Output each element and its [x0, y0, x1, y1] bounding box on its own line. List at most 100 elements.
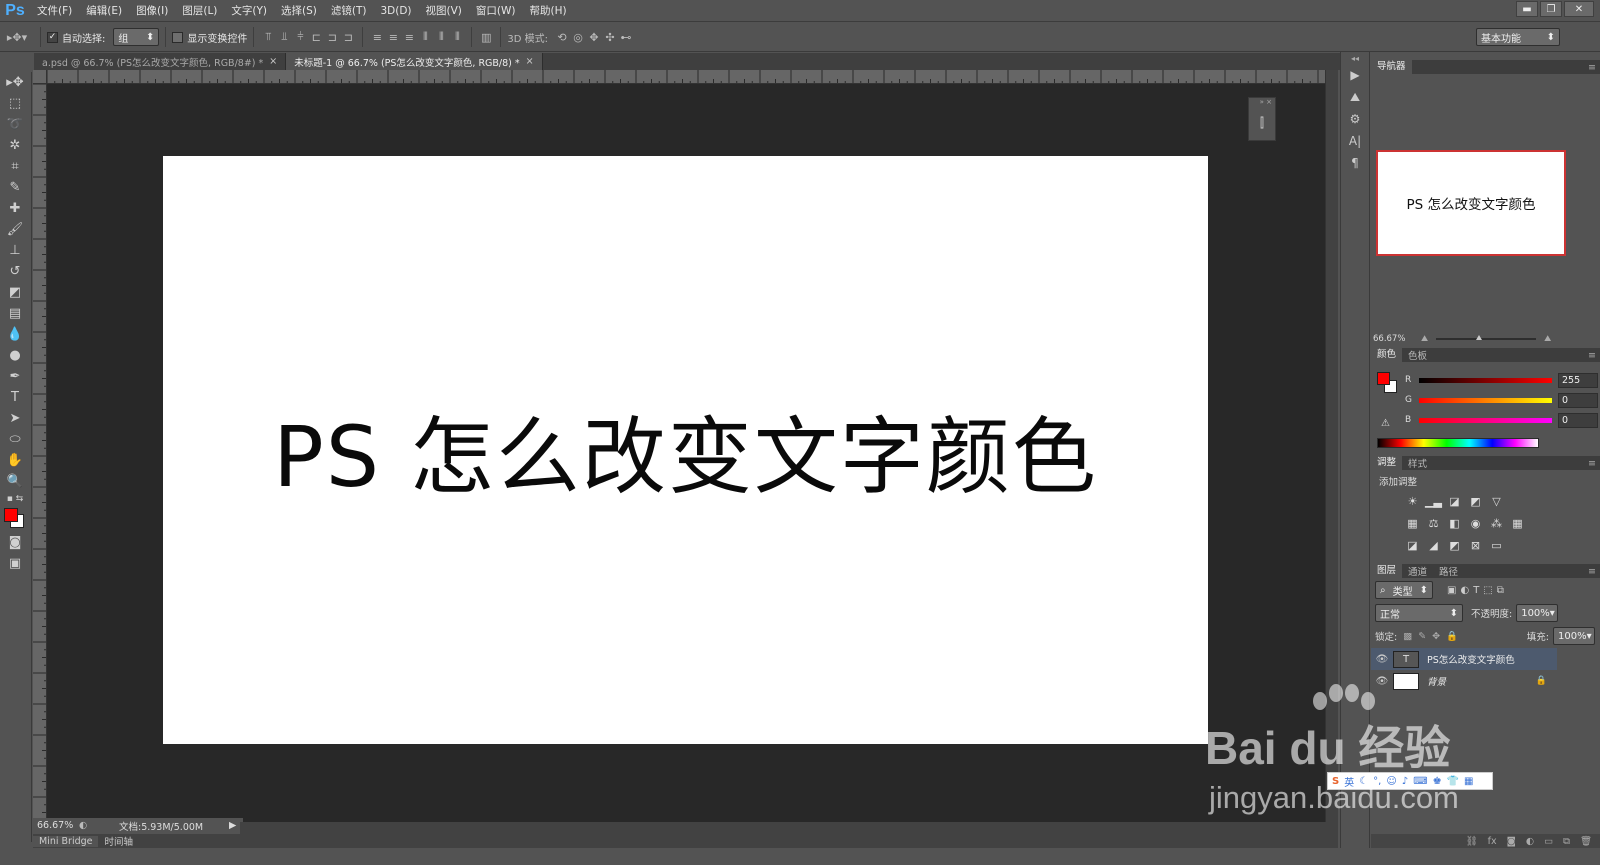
- posterize-icon[interactable]: ◢: [1426, 539, 1441, 552]
- tab-paths[interactable]: 路径: [1433, 564, 1464, 578]
- tab-styles[interactable]: 样式: [1402, 456, 1433, 470]
- move-tool-preset-icon[interactable]: ▸✥▾: [0, 29, 34, 45]
- actions-icon[interactable]: ▶: [1341, 64, 1369, 86]
- crop-tool-icon[interactable]: ⌗: [0, 156, 30, 177]
- close-button[interactable]: ✕: [1564, 1, 1594, 17]
- shape-filter-icon[interactable]: ⬚: [1483, 585, 1492, 596]
- brightness-icon[interactable]: ☀: [1405, 495, 1420, 508]
- lasso-tool-icon[interactable]: ➰: [0, 114, 30, 135]
- color-lookup-icon[interactable]: ▦: [1510, 517, 1525, 530]
- pen-tool-icon[interactable]: ✒: [0, 366, 30, 387]
- distribute-left-icon[interactable]: ⦀: [417, 29, 433, 45]
- spectrum-bar[interactable]: [1377, 438, 1539, 448]
- properties-icon[interactable]: ⚙: [1341, 108, 1369, 130]
- fill-field[interactable]: 100% ▾: [1553, 627, 1595, 645]
- zoom-slider[interactable]: [1436, 335, 1537, 340]
- distribute-vcenter-icon[interactable]: ≡: [385, 29, 401, 45]
- color-swatches[interactable]: [0, 506, 30, 532]
- hue-saturation-icon[interactable]: ▦: [1405, 517, 1420, 530]
- align-top-icon[interactable]: ⫪: [260, 29, 276, 45]
- gamut-warning-icon[interactable]: ⚠: [1381, 418, 1390, 429]
- menu-item[interactable]: 图像(I): [129, 0, 175, 22]
- show-transform-checkbox[interactable]: [172, 31, 184, 43]
- threshold-icon[interactable]: ◩: [1447, 539, 1462, 552]
- blue-value[interactable]: 0: [1558, 412, 1598, 428]
- red-value[interactable]: 255: [1558, 372, 1598, 388]
- lock-all-icon[interactable]: 🔒: [1446, 631, 1458, 642]
- marquee-tool-icon[interactable]: ⬚: [0, 93, 30, 114]
- layer-name[interactable]: PS怎么改变文字颜色: [1427, 652, 1515, 666]
- histogram-icon[interactable]: ⛰: [1341, 86, 1369, 108]
- minimize-button[interactable]: ▬: [1516, 1, 1538, 17]
- eraser-tool-icon[interactable]: ◩: [0, 282, 30, 303]
- blend-mode-dropdown[interactable]: 正常 ⬍: [1375, 604, 1463, 622]
- align-right-icon[interactable]: ⊐: [340, 29, 356, 45]
- collapse-icon[interactable]: » ×: [1249, 98, 1275, 107]
- menu-item[interactable]: 文字(Y): [224, 0, 274, 22]
- selective-color-icon[interactable]: ⊠: [1468, 539, 1483, 552]
- blue-slider[interactable]: [1419, 417, 1552, 423]
- adjustment-filter-icon[interactable]: ◐: [1460, 585, 1469, 596]
- gradient-map-icon[interactable]: ▭: [1489, 539, 1504, 552]
- navigator-thumbnail[interactable]: PS 怎么改变文字颜色: [1376, 150, 1566, 256]
- tab-channels[interactable]: 通道: [1402, 564, 1433, 578]
- invert-icon[interactable]: ◪: [1405, 539, 1420, 552]
- clone-stamp-tool-icon[interactable]: ⊥: [0, 240, 30, 261]
- tab-adjustments[interactable]: 调整: [1371, 456, 1403, 470]
- zoom-out-icon[interactable]: ⛰: [1421, 334, 1428, 344]
- smart-object-filter-icon[interactable]: ⧉: [1497, 585, 1504, 596]
- screen-mode-icon[interactable]: ▣: [0, 553, 30, 574]
- hand-tool-icon[interactable]: ✋: [0, 450, 30, 471]
- align-vcenter-icon[interactable]: ⫫: [276, 29, 292, 45]
- dodge-tool-icon[interactable]: ●: [0, 345, 30, 366]
- new-layer-icon[interactable]: ⧉: [1563, 836, 1570, 847]
- distribute-bottom-icon[interactable]: ≡: [401, 29, 417, 45]
- swap-colors-icon[interactable]: ▪ ⇆: [0, 492, 30, 506]
- menu-item[interactable]: 3D(D): [373, 0, 418, 22]
- blur-tool-icon[interactable]: 💧: [0, 324, 30, 345]
- tab-a-psd[interactable]: a.psd @ 66.7% (PS怎么改变文字颜色, RGB/8#) * ×: [34, 53, 287, 70]
- panel-menu-icon[interactable]: ≡: [1582, 62, 1600, 73]
- vibrance-icon[interactable]: ▽: [1489, 495, 1504, 508]
- lock-position-icon[interactable]: ✥: [1432, 631, 1440, 642]
- paragraph-icon[interactable]: ¶: [1341, 152, 1369, 174]
- canvas-text-layer[interactable]: PS 怎么改变文字颜色: [163, 156, 1208, 744]
- foreground-color-swatch[interactable]: [1377, 372, 1390, 385]
- move-tool-icon[interactable]: ▸✥: [0, 72, 30, 93]
- align-left-icon[interactable]: ⊏: [308, 29, 324, 45]
- horizontal-scrollbar[interactable]: [240, 822, 1338, 834]
- character-panel-icon[interactable]: ⫿: [1249, 107, 1275, 139]
- auto-align-icon[interactable]: ▥: [478, 29, 494, 45]
- opacity-field[interactable]: 100% ▾: [1516, 604, 1559, 622]
- 3d-rotate-icon[interactable]: ⟲: [554, 29, 570, 45]
- type-tool-icon[interactable]: T: [0, 387, 30, 408]
- menu-item[interactable]: 滤镜(T): [324, 0, 374, 22]
- layer-filter-dropdown[interactable]: ⌕ 类型 ⬍: [1375, 581, 1433, 599]
- menu-item[interactable]: 文件(F): [30, 0, 79, 22]
- tab-untitled-1[interactable]: 未标题-1 @ 66.7% (PS怎么改变文字颜色, RGB/8) * ×: [286, 53, 543, 70]
- document-canvas[interactable]: PS 怎么改变文字颜色: [163, 156, 1208, 744]
- distribute-top-icon[interactable]: ≡: [369, 29, 385, 45]
- photo-filter-icon[interactable]: ◉: [1468, 517, 1483, 530]
- path-select-tool-icon[interactable]: ➤: [0, 408, 30, 429]
- gradient-tool-icon[interactable]: ▤: [0, 303, 30, 324]
- auto-select-dropdown[interactable]: 组 ⬍: [113, 28, 160, 46]
- link-icon[interactable]: ⛓: [1466, 836, 1478, 847]
- 3d-pan-icon[interactable]: ✥: [586, 29, 602, 45]
- black-white-icon[interactable]: ◧: [1447, 517, 1462, 530]
- tab-swatches[interactable]: 色板: [1402, 348, 1433, 362]
- 3d-slide-icon[interactable]: ✣: [602, 29, 618, 45]
- zoom-slider-handle[interactable]: [1476, 335, 1483, 340]
- zoom-readout[interactable]: 66.67%: [33, 820, 79, 831]
- workspace-dropdown[interactable]: 基本功能 ⬍: [1476, 28, 1560, 46]
- tab-timeline[interactable]: 时间轴: [98, 834, 139, 848]
- menu-item[interactable]: 选择(S): [274, 0, 324, 22]
- levels-icon[interactable]: ▁▃: [1425, 495, 1442, 508]
- green-value[interactable]: 0: [1558, 392, 1598, 408]
- menu-item[interactable]: 窗口(W): [469, 0, 523, 22]
- brush-tool-icon[interactable]: 🖌: [0, 219, 30, 240]
- lock-transparent-icon[interactable]: ▩: [1403, 631, 1412, 642]
- align-hcenter-icon[interactable]: ⊐: [324, 29, 340, 45]
- canvas-area[interactable]: PS 怎么改变文字颜色: [47, 84, 1325, 822]
- menu-item[interactable]: 编辑(E): [79, 0, 129, 22]
